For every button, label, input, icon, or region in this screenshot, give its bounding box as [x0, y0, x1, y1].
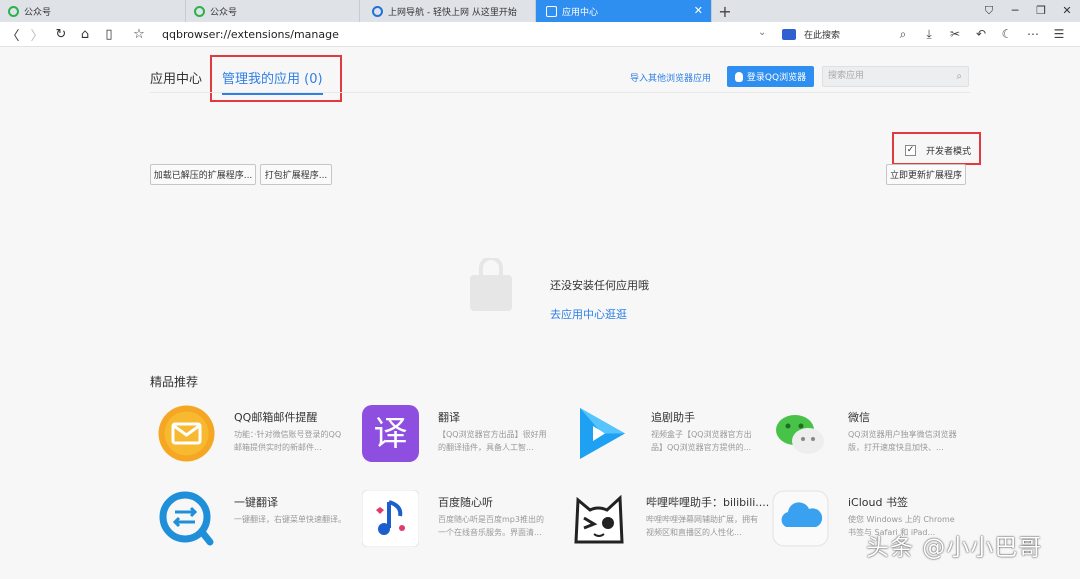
- tab-title: 公众号: [210, 7, 238, 18]
- watermark: 头条 @小小巴哥: [866, 535, 1043, 561]
- tab-strip: 公众号 公众号 上网导航 - 轻快上网 从这里开始 应用中心 ✕ + ⛉ ─ ❐…: [0, 0, 1080, 22]
- wechat-official-icon: [194, 5, 205, 17]
- recommended-item[interactable]: 译 翻译 【QQ浏览器官方出品】很好用的翻译插件，具备人工智...: [362, 405, 562, 475]
- item-name: 追剧助手: [651, 411, 695, 424]
- item-desc: 哔哩哔哩弹幕网辅助扩展，拥有视频区和直播区的人性化...: [646, 515, 758, 537]
- url-input[interactable]: qqbrowser://extensions/manage: [162, 28, 339, 41]
- back-icon[interactable]: 〈: [2, 25, 24, 44]
- recommended-title: 精品推荐: [150, 375, 199, 389]
- developer-mode-checkbox[interactable]: ✓: [905, 145, 916, 156]
- undo-icon[interactable]: ↶: [968, 25, 994, 43]
- new-tab-button[interactable]: +: [712, 0, 738, 22]
- close-window-icon[interactable]: ✕: [1054, 0, 1080, 22]
- search-icon[interactable]: ⌕: [956, 67, 962, 86]
- search-engine-label: 在此搜索: [804, 30, 841, 41]
- header-divider: [150, 92, 970, 93]
- night-mode-icon[interactable]: ☾: [994, 25, 1020, 43]
- play-icon: [575, 405, 632, 462]
- window-controls: ⛉ ─ ❐ ✕: [976, 0, 1080, 22]
- item-name: 微信: [848, 411, 870, 424]
- go-app-center-link[interactable]: 去应用中心逛逛: [550, 306, 627, 322]
- toolbar-icons: ⌕ ⤓ ✂ ↶ ☾ ⋯ ☰: [890, 25, 1072, 43]
- mail-icon: [158, 405, 215, 462]
- shopping-bag-icon: [470, 258, 512, 311]
- load-unpacked-button[interactable]: 加载已解压的扩展程序...: [150, 164, 256, 185]
- developer-mode-toggle[interactable]: ✓ 开发者模式: [905, 144, 971, 157]
- recommended-item[interactable]: 一键翻译 一键翻译，右键菜单快速翻译。: [158, 490, 358, 560]
- highlight-box: [210, 55, 342, 102]
- download-icon[interactable]: ⤓: [916, 25, 942, 43]
- bilibili-cat-icon: [570, 490, 627, 547]
- tab-title: 上网导航 - 轻快上网 从这里开始: [388, 7, 517, 18]
- wechat-official-icon: [8, 5, 19, 17]
- puzzle-icon: [546, 5, 557, 17]
- developer-mode-label: 开发者模式: [926, 147, 972, 157]
- item-desc: 视频盒子【QQ浏览器官方出品】QQ浏览器官方提供的...: [651, 430, 752, 452]
- recommended-item[interactable]: 百度随心听 百度随心听是百度mp3推出的一个在线音乐服务。界面清...: [362, 490, 562, 560]
- search-placeholder: 搜索应用: [828, 71, 865, 81]
- update-extensions-button[interactable]: 立即更新扩展程序: [886, 164, 966, 185]
- forward-icon[interactable]: 〉: [26, 25, 48, 44]
- bookmark-star-icon[interactable]: ☆: [128, 27, 150, 42]
- search-engine-icon[interactable]: [782, 28, 796, 40]
- tab-title: 公众号: [24, 7, 52, 18]
- item-name: 一键翻译: [234, 496, 278, 509]
- login-button-label: 登录QQ浏览器: [746, 73, 807, 83]
- shirt-skin-icon[interactable]: ⛉: [976, 0, 1002, 22]
- pack-extension-button[interactable]: 打包扩展程序...: [260, 164, 332, 185]
- tab-title: 应用中心: [562, 7, 599, 18]
- scissors-icon[interactable]: ✂: [942, 25, 968, 43]
- recommended-item[interactable]: 追剧助手 视频盒子【QQ浏览器官方出品】QQ浏览器官方提供的...: [575, 405, 775, 475]
- browser-icon: [372, 5, 383, 17]
- tab-3[interactable]: 上网导航 - 轻快上网 从这里开始: [360, 0, 536, 22]
- item-desc: 百度随心听是百度mp3推出的一个在线音乐服务。界面清...: [438, 515, 544, 537]
- svg-text:译: 译: [374, 414, 408, 454]
- item-desc: QQ浏览器用户独享微信浏览器版，打开速度快且加快、...: [848, 430, 957, 452]
- login-button[interactable]: 登录QQ浏览器: [727, 66, 814, 87]
- item-name: 翻译: [438, 411, 460, 424]
- minimize-icon[interactable]: ─: [1002, 0, 1028, 22]
- item-desc: 【QQ浏览器官方出品】很好用的翻译插件，具备人工智...: [438, 430, 547, 452]
- cloud-icon: [772, 490, 829, 547]
- tab-4-active[interactable]: 应用中心 ✕: [536, 0, 712, 22]
- home-icon[interactable]: ⌂: [74, 27, 96, 42]
- quick-translate-icon: [158, 490, 215, 547]
- wechat-icon: [772, 405, 829, 462]
- item-name: 哔哩哔哩助手：bilibili....: [646, 496, 770, 509]
- recommended-item[interactable]: 微信 QQ浏览器用户独享微信浏览器版，打开速度快且加快、...: [772, 405, 972, 475]
- qq-icon: [734, 71, 743, 82]
- more-icon[interactable]: ⋯: [1020, 25, 1046, 43]
- empty-message: 还没安装任何应用哦: [550, 279, 649, 292]
- menu-icon[interactable]: ☰: [1046, 25, 1072, 43]
- item-name: 百度随心听: [438, 496, 493, 509]
- recommended-item[interactable]: QQ邮箱邮件提醒 功能：·针对微信账号登录的QQ邮箱提供实时的新邮件...: [158, 405, 358, 475]
- close-tab-icon[interactable]: ✕: [694, 4, 703, 17]
- search-icon[interactable]: ⌕: [890, 25, 916, 43]
- chevron-down-icon[interactable]: ⌄: [758, 27, 766, 38]
- translate-icon: 译: [362, 405, 419, 462]
- import-apps-link[interactable]: 导入其他浏览器应用: [630, 71, 711, 84]
- page-title[interactable]: 应用中心: [150, 68, 202, 87]
- item-desc: 一键翻译，右键菜单快速翻译。: [234, 515, 346, 524]
- recommended-item[interactable]: 哔哩哔哩助手：bilibili.... 哔哩哔哩弹幕网辅助扩展，拥有视频区和直播…: [570, 490, 770, 560]
- item-desc: 功能：·针对微信账号登录的QQ邮箱提供实时的新邮件...: [234, 430, 342, 452]
- restore-icon[interactable]: ❐: [1028, 0, 1054, 22]
- item-name: QQ邮箱邮件提醒: [234, 411, 318, 424]
- reader-icon[interactable]: ▯: [98, 27, 120, 42]
- address-bar: 〈 〉 ↻ ⌂ ▯ ☆ qqbrowser://extensions/manag…: [0, 22, 1080, 47]
- item-name: iCloud 书签: [848, 496, 908, 509]
- app-search-input[interactable]: 搜索应用 ⌕: [822, 66, 969, 87]
- tab-1[interactable]: 公众号: [0, 0, 186, 22]
- tab-2[interactable]: 公众号: [186, 0, 360, 22]
- music-note-icon: [362, 490, 419, 547]
- refresh-icon[interactable]: ↻: [50, 27, 72, 42]
